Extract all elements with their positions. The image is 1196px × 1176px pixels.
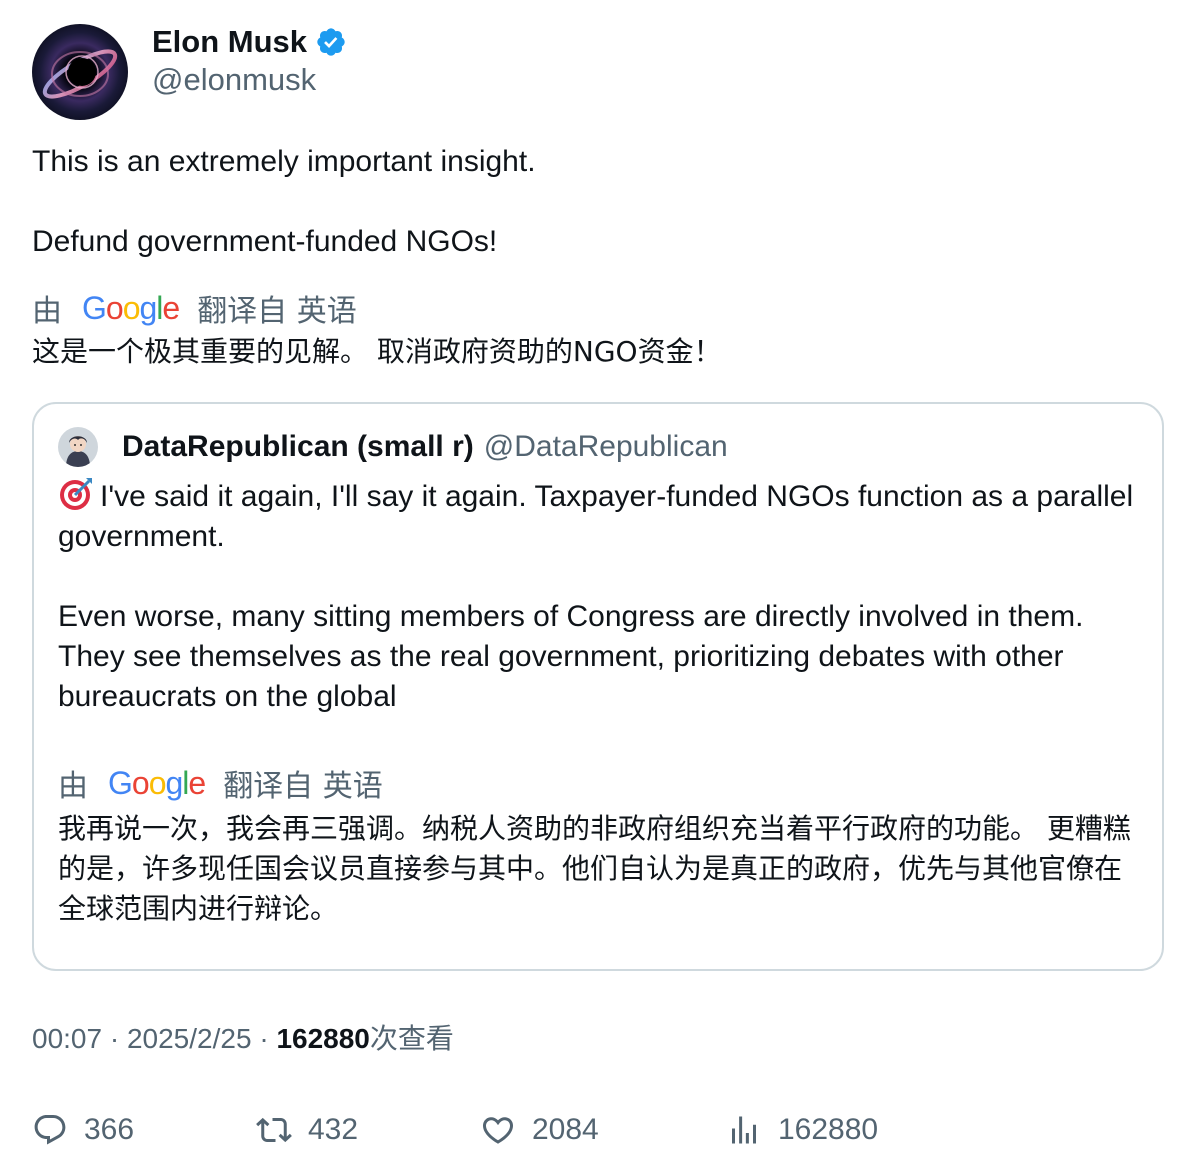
quoted-author-handle: @DataRepublican: [483, 430, 728, 463]
quoted-author-display-name: DataRepublican (small r): [122, 430, 474, 463]
analytics-icon: [732, 1116, 756, 1144]
retweet-button[interactable]: 432: [256, 1108, 480, 1152]
tweet-date[interactable]: 2025/2/25: [127, 1023, 252, 1054]
quoted-tweet[interactable]: DataRepublican (small r) @DataRepublican…: [32, 402, 1164, 971]
author-display-name[interactable]: Elon Musk: [152, 24, 307, 60]
view-count: 162880: [276, 1023, 370, 1054]
retweet-count: 432: [308, 1113, 359, 1146]
quoted-translation-attribution: 由 Google 翻译自 英语: [58, 761, 1138, 805]
meta-separator: ·: [109, 1023, 120, 1054]
verified-badge-icon: [317, 28, 345, 56]
google-logo: Google: [82, 289, 180, 326]
quoted-translated-text: 我再说一次，我会再三强调。纳税人资助的非政府组织充当着平行政府的功能。 更糟糕的…: [58, 812, 1131, 925]
quoted-author-avatar: [58, 427, 98, 467]
views-count: 162880: [778, 1113, 879, 1146]
tweet-time[interactable]: 00:07: [32, 1023, 102, 1054]
translation-prefix: 由: [32, 294, 62, 329]
google-logo: Google: [108, 764, 206, 801]
retweet-icon: [256, 1117, 292, 1143]
reply-count: 366: [84, 1113, 135, 1146]
translation-attribution: 由 Google 翻译自 英语: [32, 286, 1164, 330]
reply-button[interactable]: 366: [32, 1108, 256, 1152]
quoted-translation-suffix: 翻译自 英语: [223, 769, 383, 804]
direct-hit-icon: [60, 478, 92, 510]
heart-icon: [482, 1117, 514, 1144]
tweet: Elon Musk @elonmusk This is an extremely…: [32, 24, 1164, 1059]
quoted-tweet-text-container: I've said it again, I'll say it again. T…: [58, 476, 1138, 717]
reply-icon: [34, 1115, 66, 1145]
author-handle[interactable]: @elonmusk: [152, 60, 347, 100]
tweet-text: This is an extremely important insight. …: [32, 145, 536, 258]
view-count-label: 次查看: [369, 1022, 454, 1055]
author-avatar[interactable]: [32, 24, 128, 120]
views-button[interactable]: 162880: [726, 1108, 878, 1152]
translation-suffix: 翻译自 英语: [197, 294, 357, 329]
quoted-translation-prefix: 由: [58, 769, 88, 804]
quoted-tweet-author: DataRepublican (small r) @DataRepublican: [58, 426, 1138, 468]
tweet-actions: 366 432 2084 162880: [32, 1108, 878, 1152]
translated-text: 这是一个极其重要的见解。 取消政府资助的NGO资金！: [32, 335, 722, 368]
quoted-tweet-text: I've said it again, I'll say it again. T…: [58, 480, 1134, 713]
tweet-meta: 00:07 · 2025/2/25 · 162880次查看: [32, 1019, 1164, 1059]
tweet-author: Elon Musk @elonmusk: [32, 24, 1164, 120]
meta-separator: ·: [259, 1023, 269, 1054]
like-button[interactable]: 2084: [480, 1108, 726, 1152]
like-count: 2084: [532, 1113, 599, 1146]
